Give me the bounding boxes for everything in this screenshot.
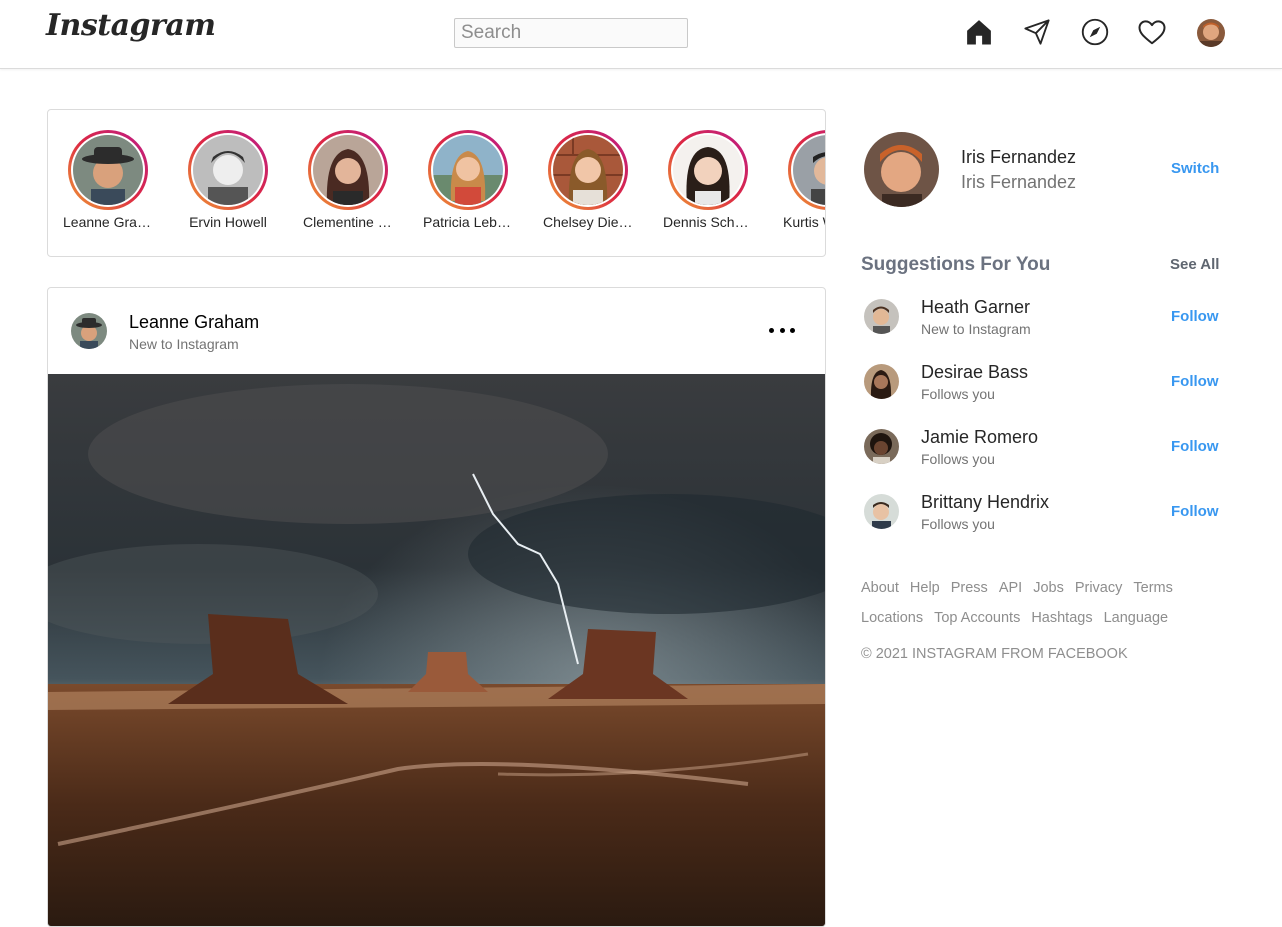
story-username: Leanne Graham xyxy=(63,214,153,230)
footer-links-row: About Help Press API Jobs Privacy Terms xyxy=(861,573,1221,603)
switch-account-button[interactable]: Switch xyxy=(1171,160,1219,177)
story-item[interactable]: Ervin Howell xyxy=(178,130,278,230)
follow-button[interactable]: Follow xyxy=(1171,503,1219,520)
footer-link-privacy[interactable]: Privacy xyxy=(1075,580,1123,596)
story-username: Patricia Lebsack xyxy=(423,214,513,230)
suggestion-item: Jamie Romero Follows you Follow xyxy=(861,427,1221,477)
post-image[interactable] xyxy=(48,374,825,927)
suggestion-item: Heath Garner New to Instagram Follow xyxy=(861,297,1221,347)
suggestion-name[interactable]: Jamie Romero xyxy=(921,427,1038,448)
suggestion-subtitle: Follows you xyxy=(921,516,995,532)
post-author-name[interactable]: Leanne Graham xyxy=(129,312,259,333)
feed-post: Leanne Graham New to Instagram xyxy=(47,287,826,927)
follow-button[interactable]: Follow xyxy=(1171,438,1219,455)
suggestion-item: Desirae Bass Follows you Follow xyxy=(861,362,1221,412)
direct-message-icon[interactable] xyxy=(1021,16,1053,48)
story-item[interactable]: Patricia Lebsack xyxy=(418,130,518,230)
story-avatar xyxy=(673,135,743,205)
current-user-username: Iris Fernandez xyxy=(961,172,1077,192)
suggestion-name[interactable]: Brittany Hendrix xyxy=(921,492,1049,513)
footer-links: About Help Press API Jobs Privacy Terms Locati… xyxy=(861,573,1221,633)
post-author-avatar[interactable] xyxy=(71,313,107,349)
current-user-name[interactable]: Iris Fernandez xyxy=(961,147,1076,168)
suggestion-avatar[interactable] xyxy=(864,429,899,464)
home-icon[interactable] xyxy=(963,16,995,48)
footer-link-api[interactable]: API xyxy=(999,580,1022,596)
story-username: Dennis Schulist xyxy=(663,214,753,230)
footer-link-hashtags[interactable]: Hashtags xyxy=(1031,610,1092,626)
story-item[interactable]: Clementine Bauch xyxy=(298,130,398,230)
footer-link-terms[interactable]: Terms xyxy=(1133,580,1172,596)
footer-link-jobs[interactable]: Jobs xyxy=(1033,580,1064,596)
stories-tray: Leanne Graham Ervin Howell Clementine Ba… xyxy=(47,109,826,257)
activity-heart-icon[interactable] xyxy=(1136,16,1168,48)
footer-link-about[interactable]: About xyxy=(861,580,899,596)
suggestion-avatar[interactable] xyxy=(864,299,899,334)
story-avatar xyxy=(433,135,503,205)
story-username: Clementine Bauch xyxy=(303,214,393,230)
story-item[interactable]: Leanne Graham xyxy=(58,130,158,230)
suggestion-name[interactable]: Heath Garner xyxy=(921,297,1030,318)
story-username: Ervin Howell xyxy=(189,214,267,230)
explore-icon[interactable] xyxy=(1079,16,1111,48)
story-avatar xyxy=(73,135,143,205)
story-item[interactable]: Dennis Schulist xyxy=(658,130,758,230)
more-options-icon[interactable] xyxy=(769,319,795,341)
suggestion-item: Brittany Hendrix Follows you Follow xyxy=(861,492,1221,542)
story-item[interactable]: Chelsey Dietrich xyxy=(538,130,638,230)
footer-link-locations[interactable]: Locations xyxy=(861,610,923,626)
footer-link-language[interactable]: Language xyxy=(1104,610,1169,626)
story-avatar xyxy=(553,135,623,205)
footer-link-press[interactable]: Press xyxy=(951,580,988,596)
footer-link-top-accounts[interactable]: Top Accounts xyxy=(934,610,1020,626)
post-header: Leanne Graham New to Instagram xyxy=(48,288,825,374)
story-item[interactable]: Kurtis Weissnat xyxy=(778,130,825,230)
search-input[interactable] xyxy=(454,18,688,48)
top-nav-bar: Instagram xyxy=(0,0,1282,69)
suggestions-heading: Suggestions For You xyxy=(861,254,1051,275)
instagram-logo[interactable]: Instagram xyxy=(46,8,216,43)
follow-button[interactable]: Follow xyxy=(1171,308,1219,325)
story-avatar xyxy=(313,135,383,205)
suggestion-subtitle: New to Instagram xyxy=(921,321,1031,337)
suggestion-avatar[interactable] xyxy=(864,364,899,399)
follow-button[interactable]: Follow xyxy=(1171,373,1219,390)
story-username: Kurtis Weissnat xyxy=(783,214,825,230)
post-author-subtitle: New to Instagram xyxy=(129,336,239,352)
story-avatar xyxy=(793,135,825,205)
suggestion-avatar[interactable] xyxy=(864,494,899,529)
suggestion-subtitle: Follows you xyxy=(921,386,995,402)
suggestion-name[interactable]: Desirae Bass xyxy=(921,362,1028,383)
current-user-avatar[interactable] xyxy=(864,132,939,207)
footer-link-help[interactable]: Help xyxy=(910,580,940,596)
footer-links-row: Locations Top Accounts Hashtags Language xyxy=(861,603,1221,633)
copyright-text: © 2021 INSTAGRAM FROM FACEBOOK xyxy=(861,646,1128,662)
see-all-link[interactable]: See All xyxy=(1170,256,1219,273)
suggestion-subtitle: Follows you xyxy=(921,451,995,467)
story-avatar xyxy=(193,135,263,205)
profile-avatar[interactable] xyxy=(1197,19,1225,47)
story-username: Chelsey Dietrich xyxy=(543,214,633,230)
